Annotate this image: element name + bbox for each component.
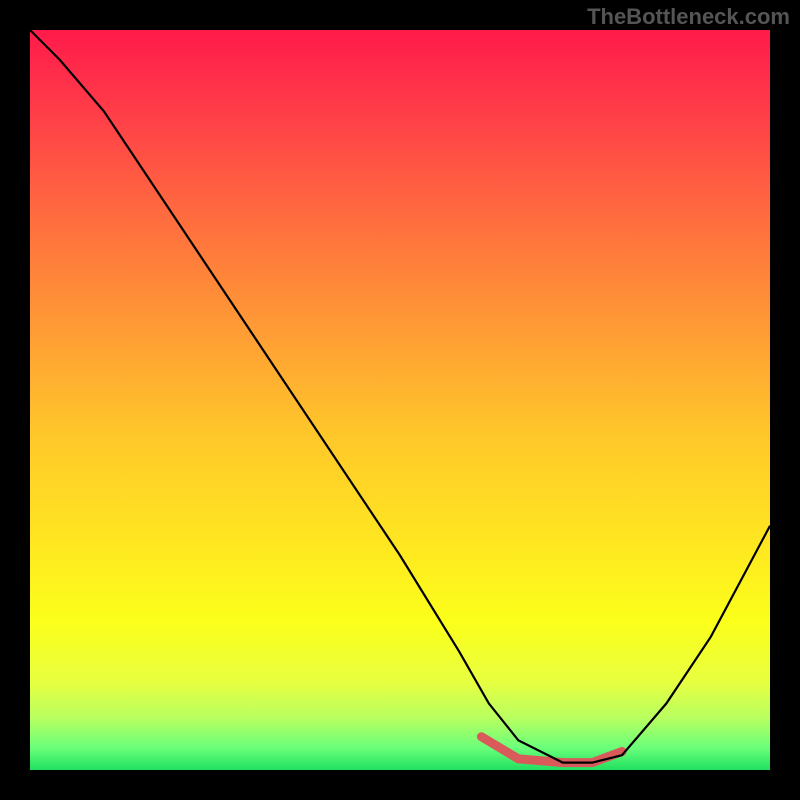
watermark-text: TheBottleneck.com xyxy=(587,4,790,30)
chart-plot-area xyxy=(30,30,770,770)
chart-svg-overlay xyxy=(30,30,770,770)
tolerance-band xyxy=(481,737,622,763)
bottleneck-curve xyxy=(30,30,770,763)
